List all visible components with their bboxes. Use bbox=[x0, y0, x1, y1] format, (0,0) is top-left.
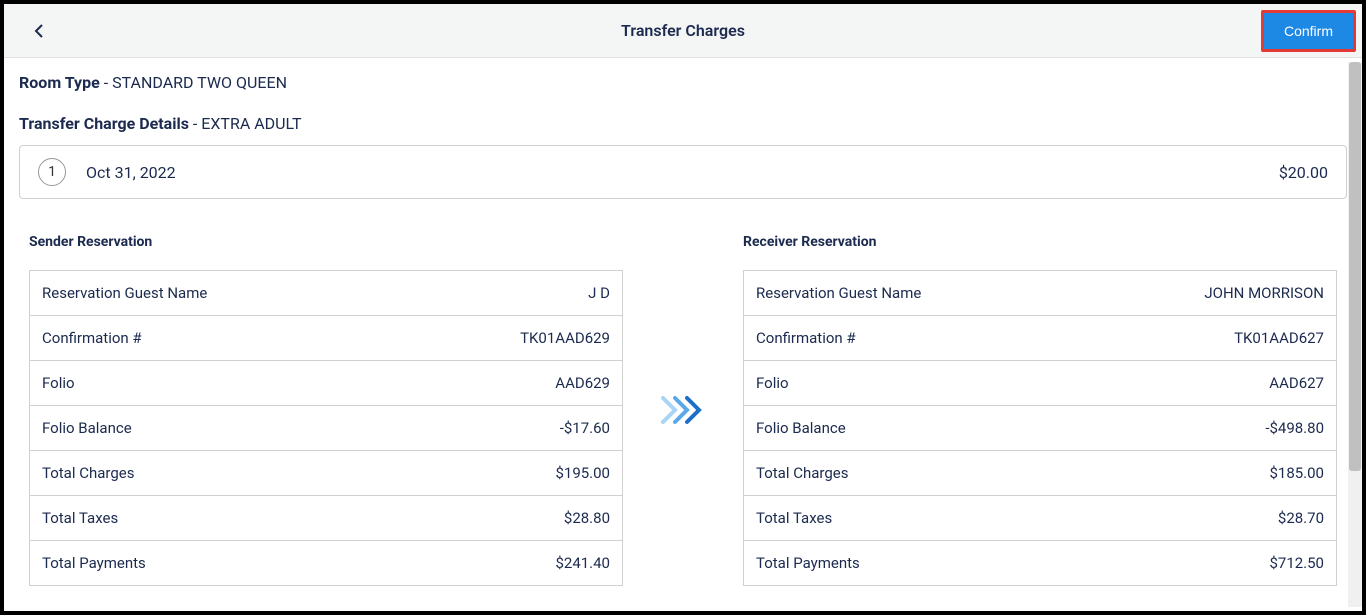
reservation-row-value: $28.80 bbox=[564, 509, 610, 527]
reservation-row-label: Total Charges bbox=[42, 464, 134, 482]
reservation-row: Total Payments $241.40 bbox=[30, 541, 622, 585]
room-type-label: Room Type bbox=[19, 73, 100, 92]
receiver-reservation-title: Receiver Reservation bbox=[743, 234, 1337, 250]
reservation-row: Folio Balance -$17.60 bbox=[30, 406, 622, 451]
chevron-left-icon bbox=[34, 23, 44, 39]
arrow-right-icon bbox=[661, 394, 705, 426]
receiver-reservation-block: Receiver Reservation Reservation Guest N… bbox=[743, 234, 1337, 586]
reservation-row-value: TK01AAD627 bbox=[1234, 329, 1324, 347]
reservation-row: Folio Balance -$498.80 bbox=[744, 406, 1336, 451]
back-button[interactable] bbox=[24, 16, 54, 46]
reservation-row-label: Folio Balance bbox=[756, 419, 846, 437]
reservation-row-value: JOHN MORRISON bbox=[1204, 284, 1324, 302]
receiver-reservation-table: Reservation Guest Name JOHN MORRISON Confi… bbox=[743, 270, 1337, 586]
charge-item-row[interactable]: 1 Oct 31, 2022 $20.00 bbox=[19, 145, 1347, 199]
reservation-row-label: Folio Balance bbox=[42, 419, 132, 437]
charge-date: Oct 31, 2022 bbox=[86, 163, 1279, 182]
room-type-line: Room Type - STANDARD TWO QUEEN bbox=[19, 73, 1347, 92]
reservation-row-value: $241.40 bbox=[555, 554, 610, 572]
sender-reservation-block: Sender Reservation Reservation Guest Nam… bbox=[29, 234, 623, 586]
reservation-row: Confirmation # TK01AAD629 bbox=[30, 316, 622, 361]
transfer-charge-details-value: EXTRA ADULT bbox=[201, 114, 301, 133]
reservation-row-value: $195.00 bbox=[555, 464, 610, 482]
reservation-row-label: Total Payments bbox=[756, 554, 860, 572]
reservation-row-value: TK01AAD629 bbox=[520, 329, 610, 347]
reservation-row-label: Total Taxes bbox=[42, 509, 118, 527]
scrollbar-thumb[interactable] bbox=[1349, 62, 1361, 471]
reservation-row-value: -$17.60 bbox=[560, 419, 610, 437]
scrollbar-track[interactable] bbox=[1348, 62, 1362, 607]
reservation-row: Folio AAD627 bbox=[744, 361, 1336, 406]
reservation-row: Total Charges $195.00 bbox=[30, 451, 622, 496]
reservation-row-label: Total Payments bbox=[42, 554, 146, 572]
reservation-row-label: Folio bbox=[756, 374, 789, 392]
reservation-row-value: $185.00 bbox=[1269, 464, 1324, 482]
reservation-row-value: $28.70 bbox=[1278, 509, 1324, 527]
reservation-row-value: $712.50 bbox=[1269, 554, 1324, 572]
sender-reservation-table: Reservation Guest Name J D Confirmation # T… bbox=[29, 270, 623, 586]
header-bar: Transfer Charges Confirm bbox=[4, 4, 1362, 58]
reservation-row-label: Confirmation # bbox=[756, 329, 856, 347]
reservation-row: Reservation Guest Name JOHN MORRISON bbox=[744, 271, 1336, 316]
content-area: Room Type - STANDARD TWO QUEEN Transfer … bbox=[4, 58, 1362, 611]
sender-reservation-title: Sender Reservation bbox=[29, 234, 623, 250]
reservation-row-label: Total Charges bbox=[756, 464, 848, 482]
reservation-row-value: -$498.80 bbox=[1265, 419, 1324, 437]
transfer-charge-details-line: Transfer Charge Details - EXTRA ADULT bbox=[19, 114, 1347, 133]
room-type-value: STANDARD TWO QUEEN bbox=[112, 73, 287, 92]
reservation-row-label: Total Taxes bbox=[756, 509, 832, 527]
reservation-row: Total Taxes $28.80 bbox=[30, 496, 622, 541]
reservation-row-value: AAD629 bbox=[555, 374, 610, 392]
reservation-row: Folio AAD629 bbox=[30, 361, 622, 406]
reservation-row-label: Folio bbox=[42, 374, 75, 392]
transfer-charge-details-label: Transfer Charge Details bbox=[19, 114, 189, 133]
reservation-row: Total Payments $712.50 bbox=[744, 541, 1336, 585]
transfer-arrow-container bbox=[623, 394, 743, 426]
reservation-row-value: AAD627 bbox=[1269, 374, 1324, 392]
reservation-row-label: Reservation Guest Name bbox=[756, 284, 921, 302]
reservation-row: Confirmation # TK01AAD627 bbox=[744, 316, 1336, 361]
reservation-row: Total Taxes $28.70 bbox=[744, 496, 1336, 541]
reservations-container: Sender Reservation Reservation Guest Nam… bbox=[19, 234, 1347, 586]
page-title: Transfer Charges bbox=[621, 21, 745, 40]
charge-number-badge: 1 bbox=[38, 158, 66, 186]
app-window: Transfer Charges Confirm Room Type - STA… bbox=[4, 4, 1362, 611]
charge-amount: $20.00 bbox=[1279, 163, 1328, 182]
reservation-row-label: Confirmation # bbox=[42, 329, 142, 347]
reservation-row: Total Charges $185.00 bbox=[744, 451, 1336, 496]
confirm-button[interactable]: Confirm bbox=[1261, 10, 1356, 52]
reservation-row: Reservation Guest Name J D bbox=[30, 271, 622, 316]
reservation-row-value: J D bbox=[588, 284, 610, 302]
reservation-row-label: Reservation Guest Name bbox=[42, 284, 207, 302]
